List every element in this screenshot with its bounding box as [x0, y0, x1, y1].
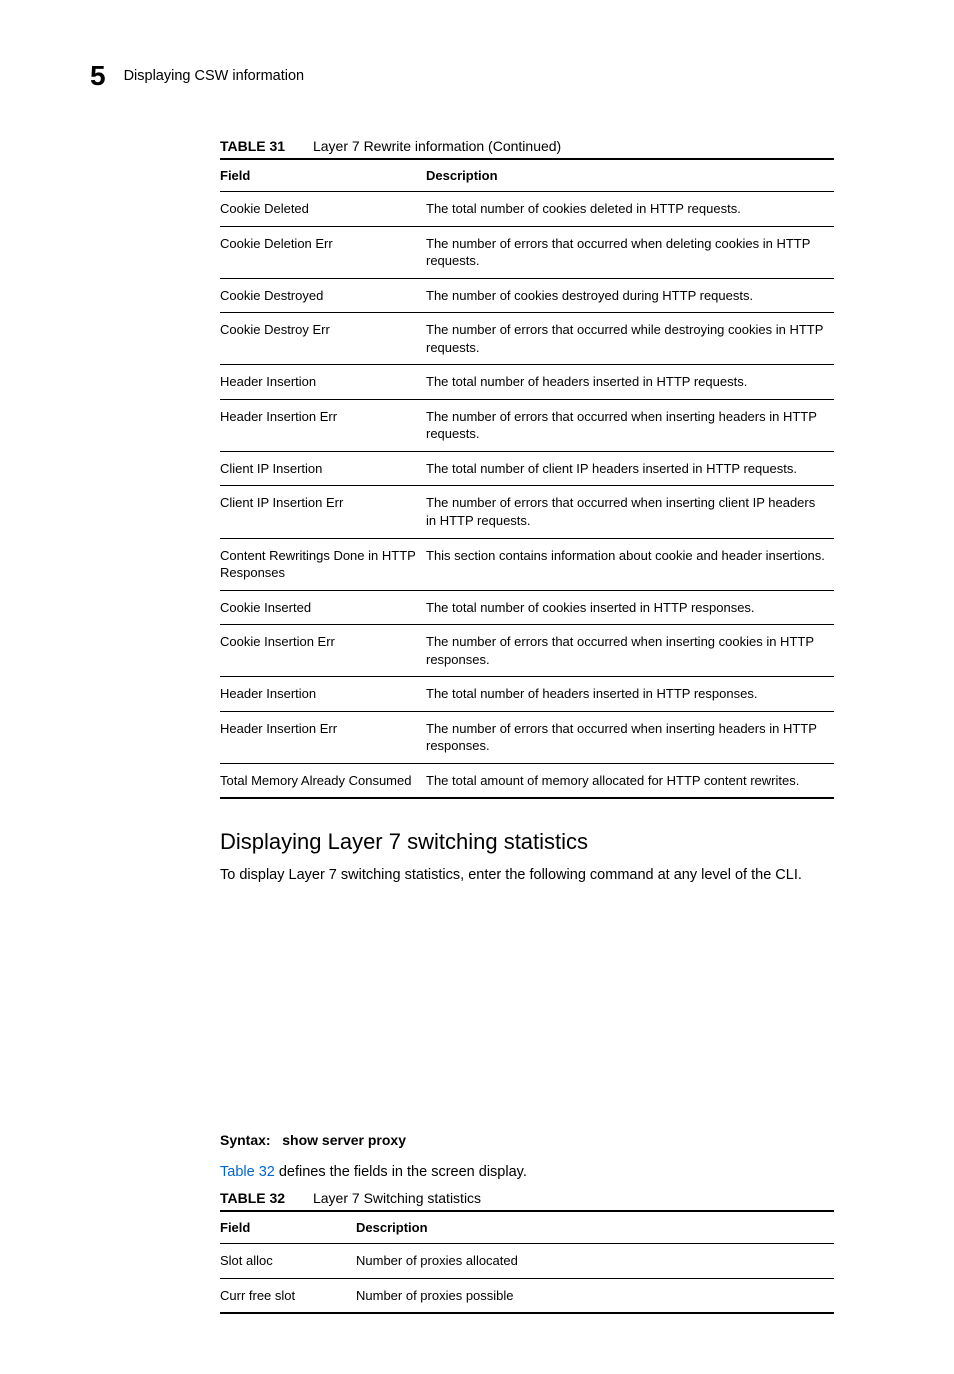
table-row: Header InsertionThe total number of head…	[220, 365, 834, 400]
table-row: Content Rewritings Done in HTTP Response…	[220, 538, 834, 590]
table31-number: TABLE 31	[220, 138, 285, 154]
table-row: Client IP Insertion ErrThe number of err…	[220, 486, 834, 538]
cell-field: Cookie Destroy Err	[220, 313, 426, 365]
cell-field: Cookie Deletion Err	[220, 226, 426, 278]
table-row: Cookie InsertedThe total number of cooki…	[220, 590, 834, 625]
cell-desc: Number of proxies allocated	[356, 1244, 834, 1279]
table31: Field Description Cookie DeletedThe tota…	[220, 158, 834, 799]
cell-field: Slot alloc	[220, 1244, 356, 1279]
table-row: Header Insertion ErrThe number of errors…	[220, 399, 834, 451]
content-body: TABLE 31 Layer 7 Rewrite information (Co…	[220, 138, 834, 1314]
cell-desc: The number of errors that occurred when …	[426, 399, 834, 451]
th-field: Field	[220, 1211, 356, 1244]
cell-desc: The total number of headers inserted in …	[426, 677, 834, 712]
table32-caption: TABLE 32 Layer 7 Switching statistics	[220, 1190, 834, 1206]
page: 5 Displaying CSW information TABLE 31 La…	[0, 0, 954, 1374]
section-heading: Displaying Layer 7 switching statistics	[220, 829, 834, 855]
syntax-command: show server proxy	[282, 1132, 406, 1148]
table32-number: TABLE 32	[220, 1190, 285, 1206]
cell-desc: The number of cookies destroyed during H…	[426, 278, 834, 313]
table31-caption: TABLE 31 Layer 7 Rewrite information (Co…	[220, 138, 834, 154]
running-header: 5 Displaying CSW information	[90, 60, 834, 92]
cell-field: Cookie Deleted	[220, 192, 426, 227]
cell-field: Total Memory Already Consumed	[220, 763, 426, 798]
syntax-label: Syntax:	[220, 1132, 271, 1148]
table-row: Client IP InsertionThe total number of c…	[220, 451, 834, 486]
cell-desc: The total amount of memory allocated for…	[426, 763, 834, 798]
table32-body: Slot allocNumber of proxies allocatedCur…	[220, 1244, 834, 1314]
syntax-line: Syntax: show server proxy	[220, 1132, 834, 1148]
cell-field: Curr free slot	[220, 1278, 356, 1313]
table31-body: Cookie DeletedThe total number of cookie…	[220, 192, 834, 799]
cell-field: Header Insertion	[220, 365, 426, 400]
cell-field: Cookie Inserted	[220, 590, 426, 625]
cell-field: Header Insertion Err	[220, 399, 426, 451]
th-field: Field	[220, 159, 426, 192]
cell-field: Client IP Insertion	[220, 451, 426, 486]
running-title: Displaying CSW information	[124, 68, 305, 84]
cell-desc: The number of errors that occurred when …	[426, 486, 834, 538]
table-row: Total Memory Already ConsumedThe total a…	[220, 763, 834, 798]
cell-field: Cookie Destroyed	[220, 278, 426, 313]
table-row: Cookie DestroyedThe number of cookies de…	[220, 278, 834, 313]
table-header-row: Field Description	[220, 159, 834, 192]
table-row: Cookie DeletedThe total number of cookie…	[220, 192, 834, 227]
cell-field: Header Insertion Err	[220, 711, 426, 763]
table32: Field Description Slot allocNumber of pr…	[220, 1210, 834, 1314]
cell-desc: Number of proxies possible	[356, 1278, 834, 1313]
table-row: Cookie Destroy ErrThe number of errors t…	[220, 313, 834, 365]
cell-desc: The number of errors that occurred when …	[426, 711, 834, 763]
table-header-row: Field Description	[220, 1211, 834, 1244]
cell-desc: This section contains information about …	[426, 538, 834, 590]
cell-field: Content Rewritings Done in HTTP Response…	[220, 538, 426, 590]
table32-title: Layer 7 Switching statistics	[313, 1190, 481, 1206]
cell-desc: The number of errors that occurred while…	[426, 313, 834, 365]
cell-desc: The total number of cookies inserted in …	[426, 590, 834, 625]
cell-field: Header Insertion	[220, 677, 426, 712]
table-row: Cookie Insertion ErrThe number of errors…	[220, 625, 834, 677]
crossref-text: defines the fields in the screen display…	[275, 1164, 527, 1180]
cell-desc: The number of errors that occurred when …	[426, 226, 834, 278]
cell-desc: The total number of headers inserted in …	[426, 365, 834, 400]
table-row: Slot allocNumber of proxies allocated	[220, 1244, 834, 1279]
crossref-para: Table 32 defines the fields in the scree…	[220, 1162, 834, 1182]
table-row: Cookie Deletion ErrThe number of errors …	[220, 226, 834, 278]
th-desc: Description	[356, 1211, 834, 1244]
cell-desc: The total number of cookies deleted in H…	[426, 192, 834, 227]
cell-desc: The number of errors that occurred when …	[426, 625, 834, 677]
cell-field: Cookie Insertion Err	[220, 625, 426, 677]
table31-title: Layer 7 Rewrite information (Continued)	[313, 138, 561, 154]
code-block-placeholder	[220, 894, 834, 1124]
cell-desc: The total number of client IP headers in…	[426, 451, 834, 486]
th-desc: Description	[426, 159, 834, 192]
table-row: Header Insertion ErrThe number of errors…	[220, 711, 834, 763]
section-intro: To display Layer 7 switching statistics,…	[220, 865, 834, 885]
crossref-link[interactable]: Table 32	[220, 1164, 275, 1180]
cell-field: Client IP Insertion Err	[220, 486, 426, 538]
table-row: Header InsertionThe total number of head…	[220, 677, 834, 712]
table-row: Curr free slotNumber of proxies possible	[220, 1278, 834, 1313]
chapter-number: 5	[90, 60, 106, 92]
